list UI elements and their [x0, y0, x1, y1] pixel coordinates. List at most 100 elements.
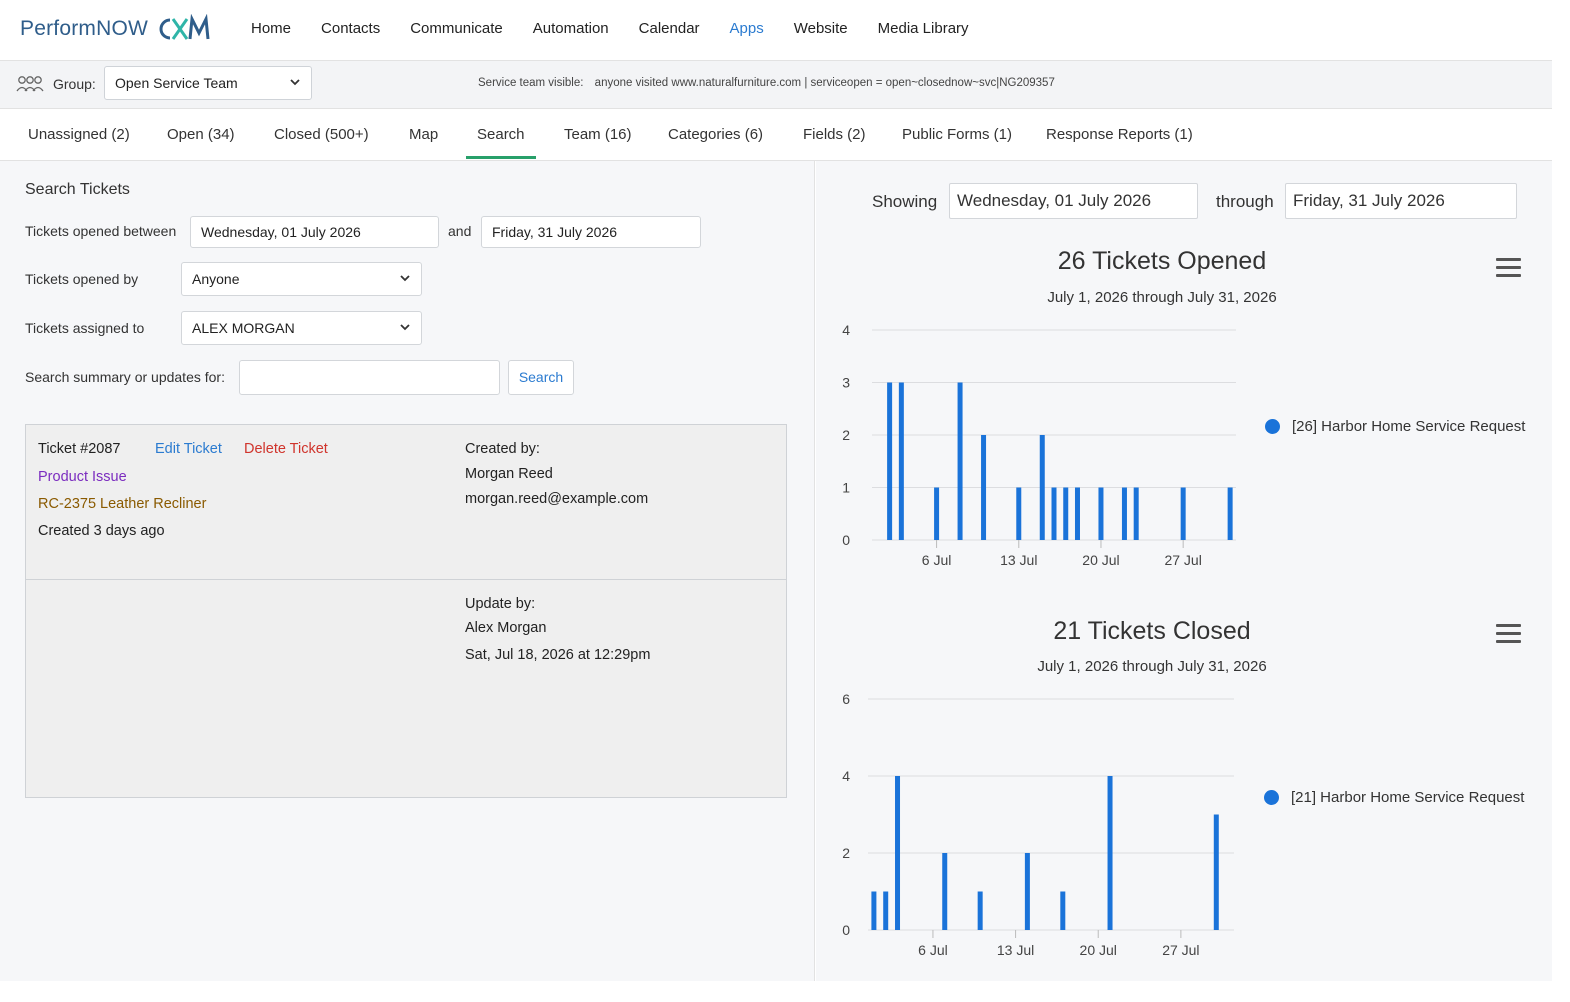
y-tick-label: 2	[842, 427, 850, 443]
service-note-label: Service team visible:	[478, 77, 584, 89]
ticket-result-card: Ticket #2087 Edit Ticket Delete Ticket P…	[25, 424, 787, 798]
search-button[interactable]: Search	[508, 360, 574, 395]
chevron-down-icon	[400, 275, 410, 282]
bar[interactable]	[883, 891, 889, 931]
range-to-input[interactable]: Friday, 31 July 2026	[1285, 183, 1517, 219]
group-select-value: Open Service Team	[115, 75, 238, 91]
tab-open[interactable]: Open (34)	[167, 126, 235, 143]
group-users-icon	[16, 76, 44, 92]
tickets-opened-chart: 0 1 2 3 4 6 Jul 13 Jul 20 Jul 27 Jul	[842, 322, 1236, 568]
nav-apps[interactable]: Apps	[730, 20, 764, 37]
chart-legend[interactable]: [26] Harbor Home Service Request	[1265, 418, 1525, 435]
chart-subtitle: July 1, 2026 through July 31, 2026	[1037, 658, 1267, 675]
chart-title: 21 Tickets Closed	[1053, 617, 1251, 645]
bar[interactable]	[934, 487, 940, 541]
bar[interactable]	[895, 776, 901, 930]
chart-legend[interactable]: [21] Harbor Home Service Request	[1264, 789, 1524, 806]
and-label: and	[448, 223, 472, 239]
nav-home[interactable]: Home	[251, 20, 291, 37]
y-tick-label: 1	[842, 480, 850, 496]
nav-website[interactable]: Website	[794, 20, 848, 37]
edit-ticket-link[interactable]: Edit Ticket	[155, 441, 222, 457]
to-date-input[interactable]: Friday, 31 July 2026	[481, 216, 701, 248]
bar[interactable]	[1074, 487, 1080, 541]
tickets-closed-chart: 0 2 4 6 6 Jul 13 Jul 20 Jul 27 Jul	[842, 691, 1234, 958]
bar[interactable]	[1180, 487, 1186, 541]
opened-between-label: Tickets opened between	[25, 223, 177, 239]
bar[interactable]	[1024, 853, 1030, 930]
bar[interactable]	[898, 382, 904, 541]
chart-menu-icon[interactable]	[1496, 624, 1521, 648]
bar[interactable]	[957, 382, 963, 541]
bar[interactable]	[977, 891, 983, 931]
summary-search-input[interactable]	[239, 360, 500, 395]
tab-team[interactable]: Team (16)	[564, 126, 632, 143]
bar[interactable]	[1133, 487, 1139, 541]
tab-fields[interactable]: Fields (2)	[803, 126, 866, 143]
tab-search[interactable]: Search	[477, 126, 525, 143]
tab-public-forms[interactable]: Public Forms (1)	[902, 126, 1012, 143]
ticket-product[interactable]: RC-2375 Leather Recliner	[38, 496, 206, 512]
bar[interactable]	[981, 435, 987, 540]
bar[interactable]	[1060, 891, 1066, 931]
nav-calendar[interactable]: Calendar	[639, 20, 700, 37]
update-by-name: Alex Morgan	[465, 620, 547, 636]
showing-label: Showing	[872, 192, 938, 211]
bar[interactable]	[1107, 776, 1113, 930]
update-by-label: Update by:	[465, 596, 536, 612]
ticket-category[interactable]: Product Issue	[38, 469, 127, 485]
update-time: Sat, Jul 18, 2026 at 12:29pm	[465, 647, 651, 663]
nav-contacts[interactable]: Contacts	[321, 20, 380, 37]
tab-response-reports[interactable]: Response Reports (1)	[1046, 126, 1193, 143]
assigned-to-value: ALEX MORGAN	[192, 320, 295, 336]
bar[interactable]	[942, 853, 948, 930]
nav-media-library[interactable]: Media Library	[878, 20, 969, 37]
created-by-email: morgan.reed@example.com	[465, 491, 649, 507]
bar[interactable]	[1098, 487, 1104, 541]
delete-ticket-link[interactable]: Delete Ticket	[244, 441, 328, 457]
bar[interactable]	[1051, 487, 1057, 541]
tab-map[interactable]: Map	[409, 126, 438, 143]
nav-automation[interactable]: Automation	[533, 20, 609, 37]
bar[interactable]	[871, 891, 877, 931]
created-by-name: Morgan Reed	[465, 466, 553, 482]
bar[interactable]	[1121, 487, 1127, 541]
group-select[interactable]: Open Service Team	[104, 66, 312, 100]
y-tick-label: 6	[842, 691, 850, 707]
x-tick-label: 20 Jul	[1080, 942, 1117, 958]
bar[interactable]	[887, 382, 893, 541]
from-date-input[interactable]: Wednesday, 01 July 2026	[190, 216, 439, 248]
summary-search-label: Search summary or updates for:	[25, 369, 225, 385]
bar[interactable]	[1063, 487, 1069, 541]
y-tick-label: 4	[842, 768, 850, 784]
bar[interactable]	[1227, 487, 1233, 541]
bar[interactable]	[1213, 814, 1219, 931]
main-menu: Home Contacts Communicate Automation Calenda…	[251, 20, 999, 37]
y-tick-label: 2	[842, 845, 850, 861]
charts-panel: Showing Wednesday, 01 July 2026 through …	[816, 161, 1552, 981]
tab-categories[interactable]: Categories (6)	[668, 126, 763, 143]
chart-subtitle: July 1, 2026 through July 31, 2026	[1047, 289, 1277, 306]
x-tick-label: 13 Jul	[1000, 552, 1037, 568]
x-tick-label: 27 Jul	[1164, 552, 1201, 568]
nav-communicate[interactable]: Communicate	[410, 20, 503, 37]
opened-by-value: Anyone	[192, 271, 240, 287]
legend-dot	[1265, 419, 1280, 434]
bar[interactable]	[1039, 435, 1045, 540]
x-tick-label: 20 Jul	[1082, 552, 1119, 568]
tab-closed[interactable]: Closed (500+)	[274, 126, 369, 143]
assigned-to-select[interactable]: ALEX MORGAN	[181, 311, 422, 345]
range-from-input[interactable]: Wednesday, 01 July 2026	[949, 183, 1198, 219]
x-tick-label: 6 Jul	[922, 552, 952, 568]
bar[interactable]	[1016, 487, 1022, 541]
opened-by-select[interactable]: Anyone	[181, 262, 422, 296]
legend-label: [26] Harbor Home Service Request	[1292, 418, 1526, 435]
service-team-note: Service team visible: anyone visited www…	[478, 77, 1063, 89]
tab-unassigned[interactable]: Unassigned (2)	[28, 126, 130, 143]
ticket-number: Ticket #2087	[38, 441, 121, 457]
group-label: Group:	[53, 76, 96, 92]
y-tick-label: 0	[842, 532, 850, 548]
brand-logo[interactable]: PerformNOW	[20, 14, 212, 44]
chart-menu-icon[interactable]	[1496, 258, 1521, 282]
ticket-divider	[26, 579, 786, 580]
